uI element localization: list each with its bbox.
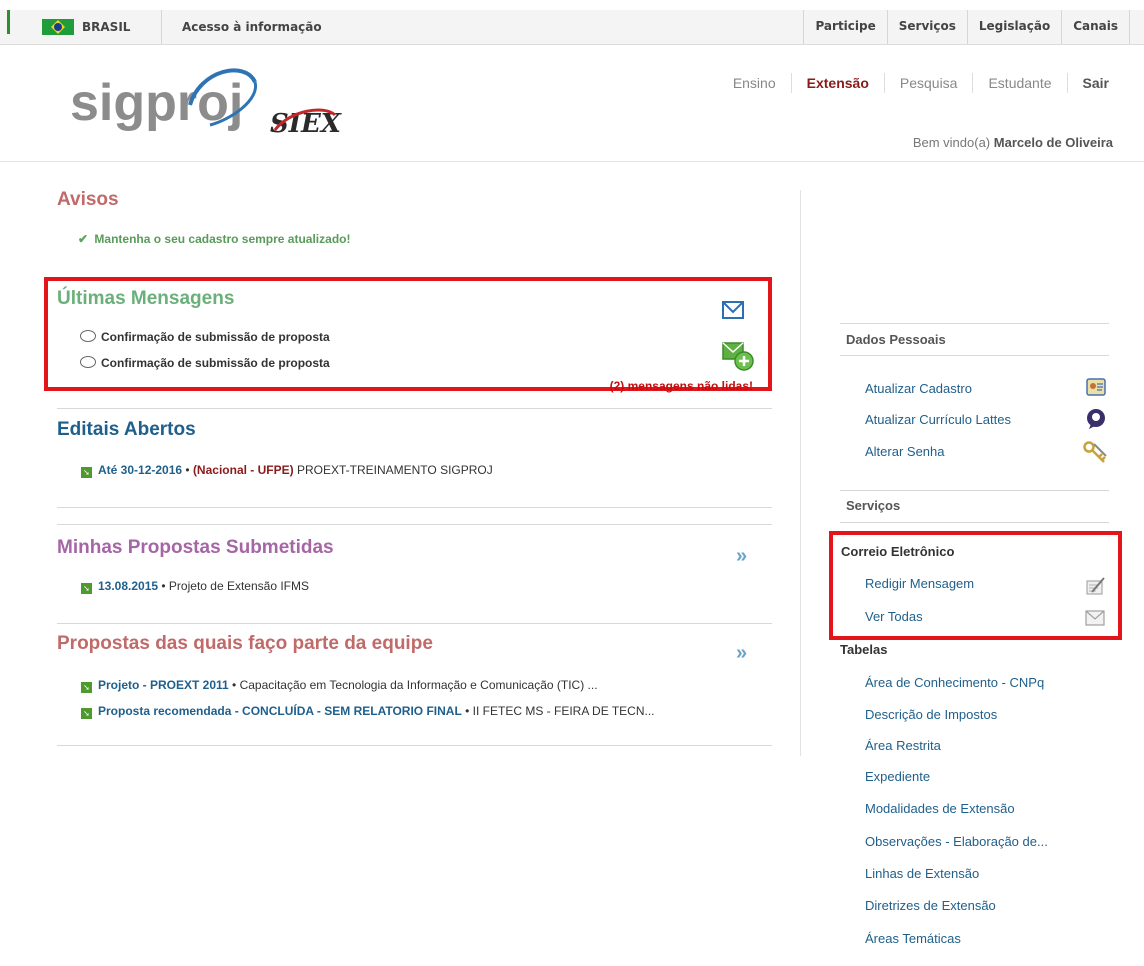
gov-links: Participe Serviços Legislação Canais — [803, 10, 1144, 44]
alterar-senha-link[interactable]: Alterar Senha — [865, 444, 945, 459]
column-separator — [800, 190, 801, 756]
aviso-text: Mantenha o seu cadastro sempre atualizad… — [94, 232, 351, 246]
welcome-prefix: Bem vindo(a) — [912, 135, 991, 150]
double-chevron-right-icon[interactable]: » — [736, 642, 747, 665]
brasil-label: BRASIL — [82, 20, 131, 34]
atualizar-curriculo-link[interactable]: Atualizar Currículo Lattes — [865, 412, 1011, 427]
tabela-link[interactable]: Modalidades de Extensão — [865, 801, 1015, 816]
check-icon: ✔ — [78, 232, 89, 246]
divider — [57, 745, 772, 746]
tabela-link[interactable]: Áreas Temáticas — [865, 931, 961, 946]
message-item[interactable]: Confirmação de submissão de proposta — [80, 330, 330, 344]
aviso-item: ✔ Mantenha o seu cadastro sempre atualiz… — [78, 232, 350, 246]
new-mail-icon[interactable] — [722, 341, 758, 373]
welcome-message: Bem vindo(a) Marcelo de Oliveira — [913, 135, 1113, 150]
divider — [57, 507, 772, 508]
compose-icon[interactable] — [1084, 575, 1106, 597]
divider — [57, 524, 772, 525]
servicos-link[interactable]: Serviços — [886, 10, 967, 44]
nav-estudante[interactable]: Estudante — [972, 73, 1066, 93]
brasil-link[interactable]: BRASIL — [30, 10, 162, 44]
participe-link[interactable]: Participe — [803, 10, 886, 44]
acesso-informacao-link[interactable]: Acesso à informação — [182, 20, 322, 34]
speech-bubble-icon — [80, 330, 96, 342]
tabela-link[interactable]: Diretrizes de Extensão — [865, 898, 996, 913]
sidebar-divider — [840, 355, 1109, 356]
gov-accent-strip — [7, 10, 10, 34]
propostas-title: Minhas Propostas Submetidas — [57, 537, 334, 558]
tabela-link[interactable]: Observações - Elaboração de... — [865, 834, 1048, 849]
tabela-link[interactable]: Linhas de Extensão — [865, 866, 979, 881]
arrow-bullet-icon: ➘ — [81, 583, 92, 594]
nav-ensino[interactable]: Ensino — [718, 73, 791, 93]
equipe-title: Propostas das quais faço parte da equipe — [57, 633, 433, 654]
ver-todas-link[interactable]: Ver Todas — [865, 609, 923, 624]
message-item[interactable]: Confirmação de submissão de proposta — [80, 356, 330, 370]
servicos-title: Serviços — [846, 498, 901, 513]
id-card-icon[interactable] — [1086, 378, 1106, 396]
legislacao-link[interactable]: Legislação — [966, 10, 1061, 44]
tabela-link[interactable]: Área Restrita — [865, 738, 941, 753]
sigproj-logo[interactable]: sigproj SIEX — [70, 60, 370, 140]
sidebar-divider — [840, 490, 1109, 491]
arrow-bullet-icon: ➘ — [81, 467, 92, 478]
proposta-date: 13.08.2015 — [98, 579, 159, 593]
atualizar-cadastro-link[interactable]: Atualizar Cadastro — [865, 381, 972, 396]
tabela-link[interactable]: Área de Conhecimento - CNPq — [865, 675, 1044, 690]
edital-scope: (Nacional - UFPE) — [192, 463, 294, 477]
messages-highlight-box: Últimas Mensagens Confirmação de submiss… — [44, 277, 772, 393]
gov-top-bar: BRASIL Acesso à informação Participe Ser… — [0, 10, 1144, 45]
equipe-item[interactable]: ➘ Projeto - PROEXT 2011 • Capacitação em … — [81, 678, 598, 693]
tabelas-title: Tabelas — [840, 642, 888, 657]
arrow-bullet-icon: ➘ — [81, 708, 92, 719]
equipe-item[interactable]: ➘ Proposta recomendada - CONCLUÍDA - SEM … — [81, 704, 654, 719]
redigir-mensagem-link[interactable]: Redigir Mensagem — [865, 576, 974, 591]
user-name: Marcelo de Oliveira — [993, 135, 1113, 150]
unread-count[interactable]: (2) mensagens não lidas! — [610, 379, 753, 393]
nav-pesquisa[interactable]: Pesquisa — [883, 73, 973, 93]
nav-extensao[interactable]: Extensão — [790, 73, 884, 93]
avisos-title: Avisos — [57, 189, 119, 210]
lattes-icon[interactable] — [1086, 408, 1106, 430]
dados-pessoais-title: Dados Pessoais — [846, 332, 946, 347]
mail-icon[interactable] — [722, 299, 744, 321]
divider — [57, 623, 772, 624]
main-nav: Ensino Extensão Pesquisa Estudante Sair — [718, 73, 1124, 93]
canais-link[interactable]: Canais — [1061, 10, 1130, 44]
edital-date: Até 30-12-2016 — [98, 463, 183, 477]
proposta-item[interactable]: ➘ 13.08.2015 • Projeto de Extensão IFMS — [81, 579, 309, 594]
messages-title: Últimas Mensagens — [57, 288, 235, 309]
divider — [57, 408, 772, 409]
envelope-icon[interactable] — [1085, 610, 1105, 626]
keys-icon[interactable] — [1082, 440, 1108, 466]
nav-sair[interactable]: Sair — [1066, 73, 1124, 93]
arrow-bullet-icon: ➘ — [81, 682, 92, 693]
sidebar-divider — [840, 323, 1109, 324]
tabela-link[interactable]: Expediente — [865, 769, 930, 784]
site-header: sigproj SIEX Ensino Extensão Pesquisa Es… — [0, 45, 1144, 162]
speech-bubble-icon — [80, 356, 96, 368]
proposta-text: • Projeto de Extensão IFMS — [158, 579, 309, 593]
double-chevron-right-icon[interactable]: » — [736, 545, 747, 568]
brazil-flag-icon — [42, 19, 74, 35]
edital-item[interactable]: ➘ Até 30-12-2016 • (Nacional - UFPE) PROE… — [81, 463, 493, 478]
editais-title: Editais Abertos — [57, 419, 196, 440]
correio-eletronico-title: Correio Eletrônico — [841, 544, 955, 559]
sidebar-divider — [840, 522, 1109, 523]
tabela-link[interactable]: Descrição de Impostos — [865, 707, 997, 722]
edital-name: PROEXT-TREINAMENTO SIGPROJ — [293, 463, 493, 477]
